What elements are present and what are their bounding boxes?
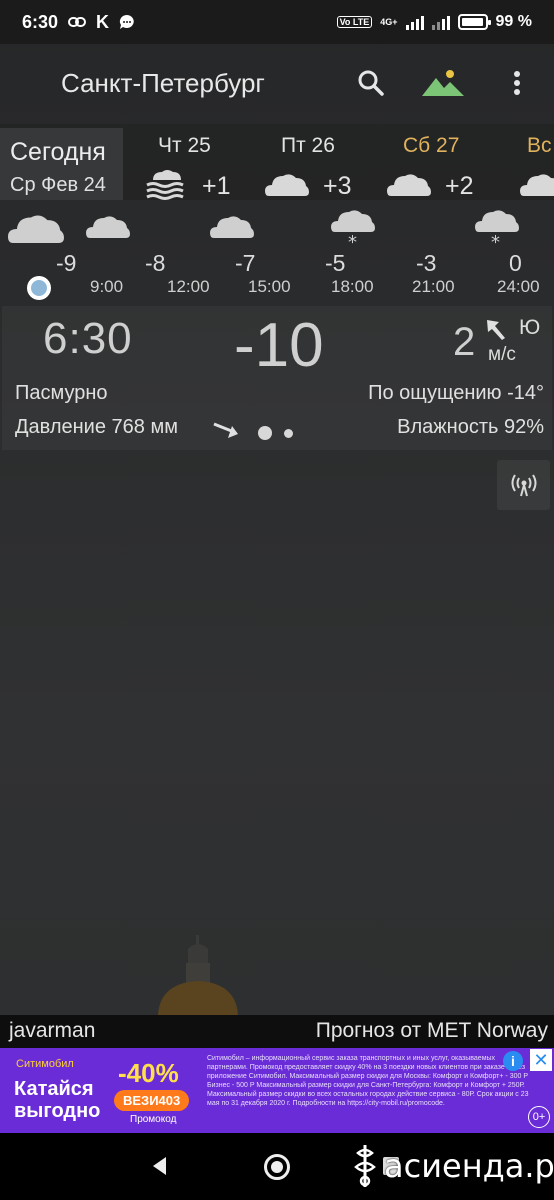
link-icon bbox=[68, 17, 87, 27]
chat-icon bbox=[119, 14, 134, 29]
ad-fine-print: Ситимобил – информационный сервис заказа… bbox=[207, 1055, 529, 1107]
page-indicator bbox=[258, 426, 293, 440]
cloud-icon bbox=[520, 174, 554, 196]
day-temp: +2 bbox=[445, 172, 474, 200]
wind-unit: м/с bbox=[488, 344, 516, 365]
signal-2-icon bbox=[431, 14, 450, 30]
hourly-time: 24:00 bbox=[497, 277, 540, 296]
ad-age-rating: 0+ bbox=[528, 1106, 550, 1128]
day-temp: +1 bbox=[202, 172, 231, 200]
day-name: Чт 25 bbox=[158, 134, 211, 157]
signal-icon bbox=[405, 14, 424, 30]
hourly-temp: -8 bbox=[145, 250, 166, 276]
condition-text: Пасмурно bbox=[15, 382, 108, 404]
more-vert-icon[interactable] bbox=[505, 66, 529, 100]
hourly-temp: -9 bbox=[56, 250, 77, 276]
ad-info-icon[interactable]: i bbox=[503, 1051, 523, 1071]
current-temperature: -10 bbox=[234, 311, 324, 380]
svg-text:*: * bbox=[491, 232, 500, 248]
hourly-time: 15:00 bbox=[248, 277, 291, 296]
ad-discount: -40% bbox=[118, 1058, 179, 1088]
day-today[interactable]: Сегодня Ср Фев 24 bbox=[0, 128, 123, 200]
snow-cloud-icon: * bbox=[331, 210, 375, 248]
day-today-date: Ср Фев 24 bbox=[10, 174, 106, 196]
day-name: Сб 27 bbox=[403, 134, 460, 157]
cloud-icon bbox=[265, 174, 309, 196]
ad-slogan: Катайся выгодно bbox=[14, 1078, 101, 1122]
back-icon[interactable] bbox=[150, 1155, 170, 1177]
wind-direction: Ю bbox=[519, 316, 541, 339]
snow-cloud-icon: * bbox=[475, 210, 519, 248]
ad-brand: Ситимобил bbox=[16, 1058, 74, 1070]
battery-level: 99 % bbox=[495, 13, 532, 30]
status-bar: 6:30 K Vo LTE 4G+ 99 % bbox=[0, 0, 554, 44]
network-type: 4G+ bbox=[380, 16, 398, 27]
status-time: 6:30 bbox=[22, 11, 59, 32]
wind-speed: 2 bbox=[453, 320, 476, 364]
ad-promo-code: ВЕЗИ403 bbox=[114, 1090, 190, 1111]
landscape-icon[interactable] bbox=[420, 66, 466, 100]
current-hour-marker bbox=[27, 276, 51, 300]
day-sun[interactable]: Вс bbox=[518, 132, 554, 196]
day-fri[interactable]: Пт 26 +3 bbox=[265, 132, 365, 200]
day-today-label: Сегодня bbox=[10, 138, 106, 166]
watermark-text: асиенда.ру bbox=[384, 1147, 554, 1185]
system-nav-bar: асиенда.ру bbox=[0, 1133, 554, 1200]
search-icon[interactable] bbox=[356, 68, 386, 98]
day-sat[interactable]: Сб 27 +2 bbox=[387, 132, 487, 200]
hourly-temp: 0 bbox=[509, 250, 522, 276]
day-thu[interactable]: Чт 25 +1 bbox=[145, 132, 245, 200]
day-name: Вс bbox=[527, 134, 552, 157]
footer: javarman Прогноз от MET Norway bbox=[0, 1015, 554, 1048]
cloud-icon bbox=[8, 215, 64, 243]
city-title[interactable]: Санкт-Петербург bbox=[61, 68, 265, 99]
ad-close-icon[interactable]: ✕ bbox=[530, 1049, 552, 1071]
pressure: Давление 768 мм bbox=[15, 416, 178, 438]
feels-like: По ощущению -14° bbox=[368, 382, 544, 404]
cloud-icon bbox=[210, 216, 254, 238]
cloud-icon bbox=[387, 174, 431, 196]
pressure-trend-icon bbox=[213, 422, 238, 438]
forecast-source[interactable]: Прогноз от MET Norway bbox=[316, 1019, 548, 1043]
hourly-temp: -7 bbox=[235, 250, 256, 276]
k-app-icon: K bbox=[96, 11, 110, 32]
cloud-icon bbox=[86, 216, 130, 238]
wind-direction-icon bbox=[487, 320, 505, 340]
day-temp: +3 bbox=[323, 172, 352, 200]
cathedral-dome-background bbox=[158, 935, 238, 1015]
current-conditions[interactable]: 6:30 -10 2 Ю м/с Пасмурно По ощущению -1… bbox=[2, 306, 552, 450]
fog-icon bbox=[146, 170, 184, 200]
svg-text:*: * bbox=[348, 232, 357, 248]
hourly-time: 18:00 bbox=[331, 277, 374, 296]
radar-button[interactable] bbox=[497, 460, 550, 510]
hourly-time: 12:00 bbox=[167, 277, 210, 296]
hourly-temp: -5 bbox=[325, 250, 346, 276]
watermark-logo-icon bbox=[354, 1145, 376, 1187]
battery-icon bbox=[457, 14, 491, 30]
hourly-time: 21:00 bbox=[412, 277, 455, 296]
humidity: Влажность 92% bbox=[397, 416, 544, 438]
photo-author[interactable]: javarman bbox=[9, 1019, 95, 1043]
hourly-forecast[interactable]: * * -9 -8 -7 -5 -3 0 9:00 12:00 15:00 18… bbox=[0, 200, 554, 300]
day-name: Пт 26 bbox=[281, 134, 335, 157]
ad-promo-label: Промокод bbox=[130, 1114, 177, 1125]
hourly-temp: -3 bbox=[416, 250, 437, 276]
ad-banner[interactable]: Ситимобил Катайся выгодно -40% ВЕЗИ403 П… bbox=[0, 1048, 554, 1133]
hourly-time: 9:00 bbox=[90, 277, 124, 296]
app-bar: Санкт-Петербург bbox=[0, 44, 554, 124]
volte-icon: Vo LTE bbox=[336, 16, 373, 28]
current-time: 6:30 bbox=[43, 314, 133, 363]
radar-icon bbox=[511, 474, 536, 497]
home-icon[interactable] bbox=[264, 1154, 290, 1180]
watermark: асиенда.ру bbox=[350, 1141, 554, 1191]
days-strip: Сегодня Ср Фев 24 Чт 25 +1 Пт 26 +3 Сб 2… bbox=[0, 124, 554, 200]
